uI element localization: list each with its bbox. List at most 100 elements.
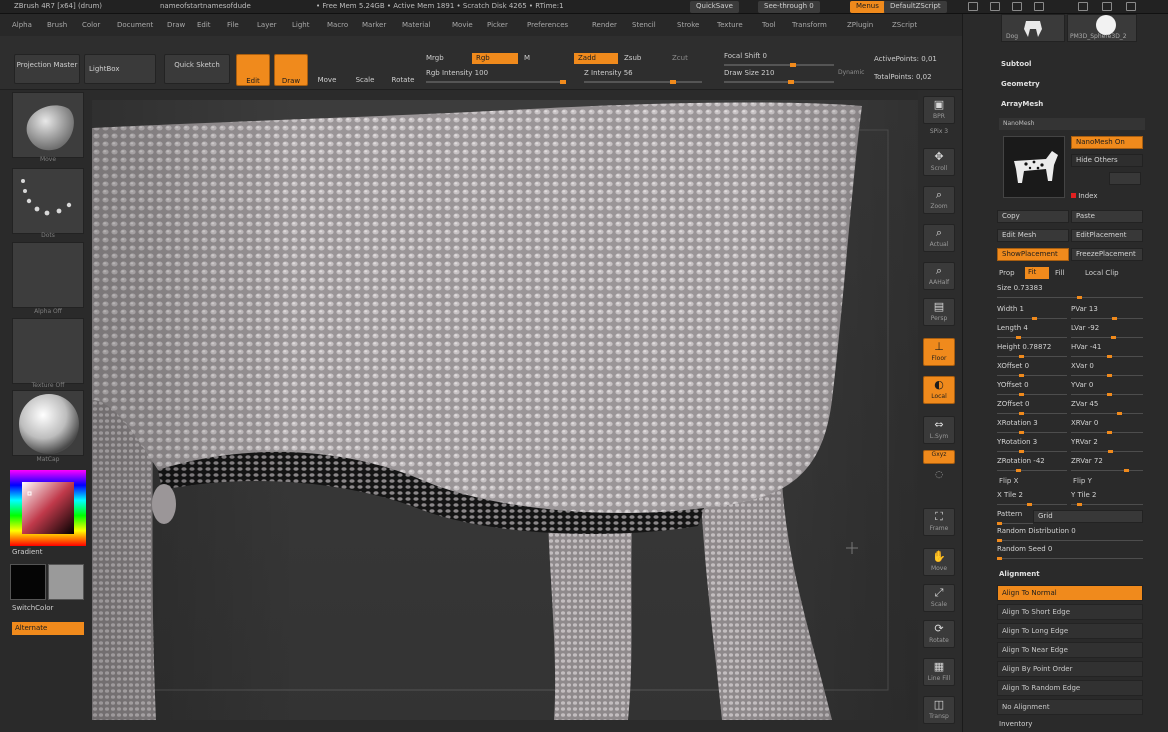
pattern-grid-dropdown[interactable]: Grid [1033,510,1143,523]
nanomesh-section[interactable]: NanoMesh [999,118,1145,130]
rgb-intensity-slider[interactable]: Rgb Intensity 100 [426,69,566,84]
geometry-section[interactable]: Geometry [1001,80,1040,88]
menu-edit[interactable]: Edit [197,21,211,29]
menu-zscript[interactable]: ZScript [892,21,917,29]
nanomesh-preview[interactable] [1003,136,1065,198]
maximize-icon[interactable] [1102,2,1112,11]
alignment-option-align-to-normal[interactable]: Align To Normal [997,585,1143,601]
menu-render[interactable]: Render [592,21,617,29]
nanomesh-slider-yrvar[interactable]: YRVar 2 [1071,438,1143,453]
projection-master-button[interactable]: Projection Master [14,54,80,84]
nanomesh-slider-length[interactable]: Length 4 [997,324,1067,339]
nanomesh-slider-pvar[interactable]: PVar 13 [1071,305,1143,320]
menu-file[interactable]: File [227,21,239,29]
switch-color-button[interactable]: SwitchColor [12,604,53,612]
close-icon[interactable] [1126,2,1136,11]
menu-picker[interactable]: Picker [487,21,508,29]
nanomesh-slider-yvar[interactable]: YVar 0 [1071,381,1143,396]
bpr-button[interactable]: ▣ BPR [923,96,955,124]
floor-button[interactable]: ⊥ Floor [923,338,955,366]
main-color-swatch[interactable] [10,564,46,600]
paste-button[interactable]: Paste [1071,210,1143,223]
nanomesh-slider-lvar[interactable]: LVar -92 [1071,324,1143,339]
local-button[interactable]: ◐ Local [923,376,955,404]
viewport-canvas[interactable] [92,100,918,720]
tool-thumbnail-sphere[interactable]: PM3D_Sphere3D_2 [1067,14,1137,42]
nanomesh-slider-xrotation[interactable]: XRotation 3 [997,419,1067,434]
menu-material[interactable]: Material [402,21,430,29]
menu-macro[interactable]: Macro [327,21,348,29]
mrgb-toggle[interactable]: Mrgb [426,54,444,62]
index-label[interactable]: Index [1071,192,1098,200]
menu-color[interactable]: Color [82,21,100,29]
freeze-placement-button[interactable]: FreezePlacement [1071,248,1143,261]
menu-zplugin[interactable]: ZPlugin [847,21,873,29]
alpha-thumbnail[interactable] [12,242,84,308]
actual-button[interactable]: ⌕ Actual [923,224,955,252]
random-seed-slider[interactable]: Random Seed 0 [997,545,1143,560]
m-toggle[interactable]: M [524,54,530,62]
move-view-button[interactable]: ✋ Move [923,548,955,576]
lsym-button[interactable]: ⇔ L.Sym [923,416,955,444]
nanomesh-slider-xrvar[interactable]: XRVar 0 [1071,419,1143,434]
fill-toggle[interactable]: Fill [1055,269,1064,277]
edit-mesh-button[interactable]: Edit Mesh [997,229,1069,242]
quick-sketch-button[interactable]: Quick Sketch [164,54,230,84]
color-picker[interactable] [10,470,86,546]
help-icon[interactable] [968,2,978,11]
toggle-icon[interactable] [1012,2,1022,11]
frame-button[interactable]: ⛶ Frame [923,508,955,536]
menu-marker[interactable]: Marker [362,21,386,29]
inventory-section[interactable]: Inventory [999,720,1032,728]
alignment-section[interactable]: Alignment [999,570,1040,578]
lightbox-button[interactable]: LightBox [84,54,156,84]
rotate-button[interactable]: Rotate [388,54,418,86]
linefill-button[interactable]: ▦ Line Fill [923,658,955,686]
nanomesh-slider-width[interactable]: Width 1 [997,305,1067,320]
stroke-thumbnail[interactable] [12,168,84,234]
nanomesh-slider-yrotation[interactable]: YRotation 3 [997,438,1067,453]
aahalf-button[interactable]: ⌕ AAHalf [923,262,955,290]
nanomesh-slider-hvar[interactable]: HVar -41 [1071,343,1143,358]
menu-document[interactable]: Document [117,21,153,29]
show-placement-button[interactable]: ShowPlacement [997,248,1069,261]
nanomesh-slider-zrotation[interactable]: ZRotation -42 [997,457,1067,472]
y-tile-slider[interactable]: Y Tile 2 [1071,491,1143,506]
alignment-option-align-to-short-edge[interactable]: Align To Short Edge [997,604,1143,620]
edit-placement-button[interactable]: EditPlacement [1071,229,1143,242]
material-thumbnail[interactable] [12,390,84,456]
alignment-option-align-to-long-edge[interactable]: Align To Long Edge [997,623,1143,639]
alignment-option-no-alignment[interactable]: No Alignment [997,699,1143,715]
rgb-toggle[interactable]: Rgb [472,53,518,64]
rotation-axis-icon[interactable]: ◌ [923,470,955,484]
menu-brush[interactable]: Brush [47,21,67,29]
menu-preferences[interactable]: Preferences [527,21,568,29]
alternate-button[interactable]: Alternate [12,622,84,635]
alignment-option-align-to-random-edge[interactable]: Align To Random Edge [997,680,1143,696]
copy-button[interactable]: Copy [997,210,1069,223]
menu-movie[interactable]: Movie [452,21,473,29]
nanomesh-slider-zrvar[interactable]: ZRVar 72 [1071,457,1143,472]
nanomesh-slider-yoffset[interactable]: YOffset 0 [997,381,1067,396]
scale-view-button[interactable]: ⤢ Scale [923,584,955,612]
random-distribution-slider[interactable]: Random Distribution 0 [997,527,1143,542]
layout-icon[interactable] [990,2,1000,11]
hide-others-button[interactable]: Hide Others [1071,154,1143,167]
menu-layer[interactable]: Layer [257,21,277,29]
settings-icon[interactable] [1034,2,1044,11]
nanomesh-slider-zoffset[interactable]: ZOffset 0 [997,400,1067,415]
menu-transform[interactable]: Transform [792,21,827,29]
scale-button[interactable]: Scale [350,54,380,86]
draw-button[interactable]: Draw [274,54,308,86]
draw-size-slider[interactable]: Draw Size 210 [724,69,834,84]
see-through-slider[interactable]: See-through 0 [758,1,820,13]
x-tile-slider[interactable]: X Tile 2 [997,491,1067,506]
zsub-toggle[interactable]: Zsub [624,54,641,62]
scroll-button[interactable]: ✥ Scroll [923,148,955,176]
menus-button[interactable]: Menus [850,1,885,13]
spix-slider[interactable]: SPix 3 [923,128,955,142]
texture-thumbnail[interactable] [12,318,84,384]
menu-light[interactable]: Light [292,21,309,29]
edit-button[interactable]: Edit [236,54,270,86]
flip-x-toggle[interactable]: Flip X [999,477,1018,485]
